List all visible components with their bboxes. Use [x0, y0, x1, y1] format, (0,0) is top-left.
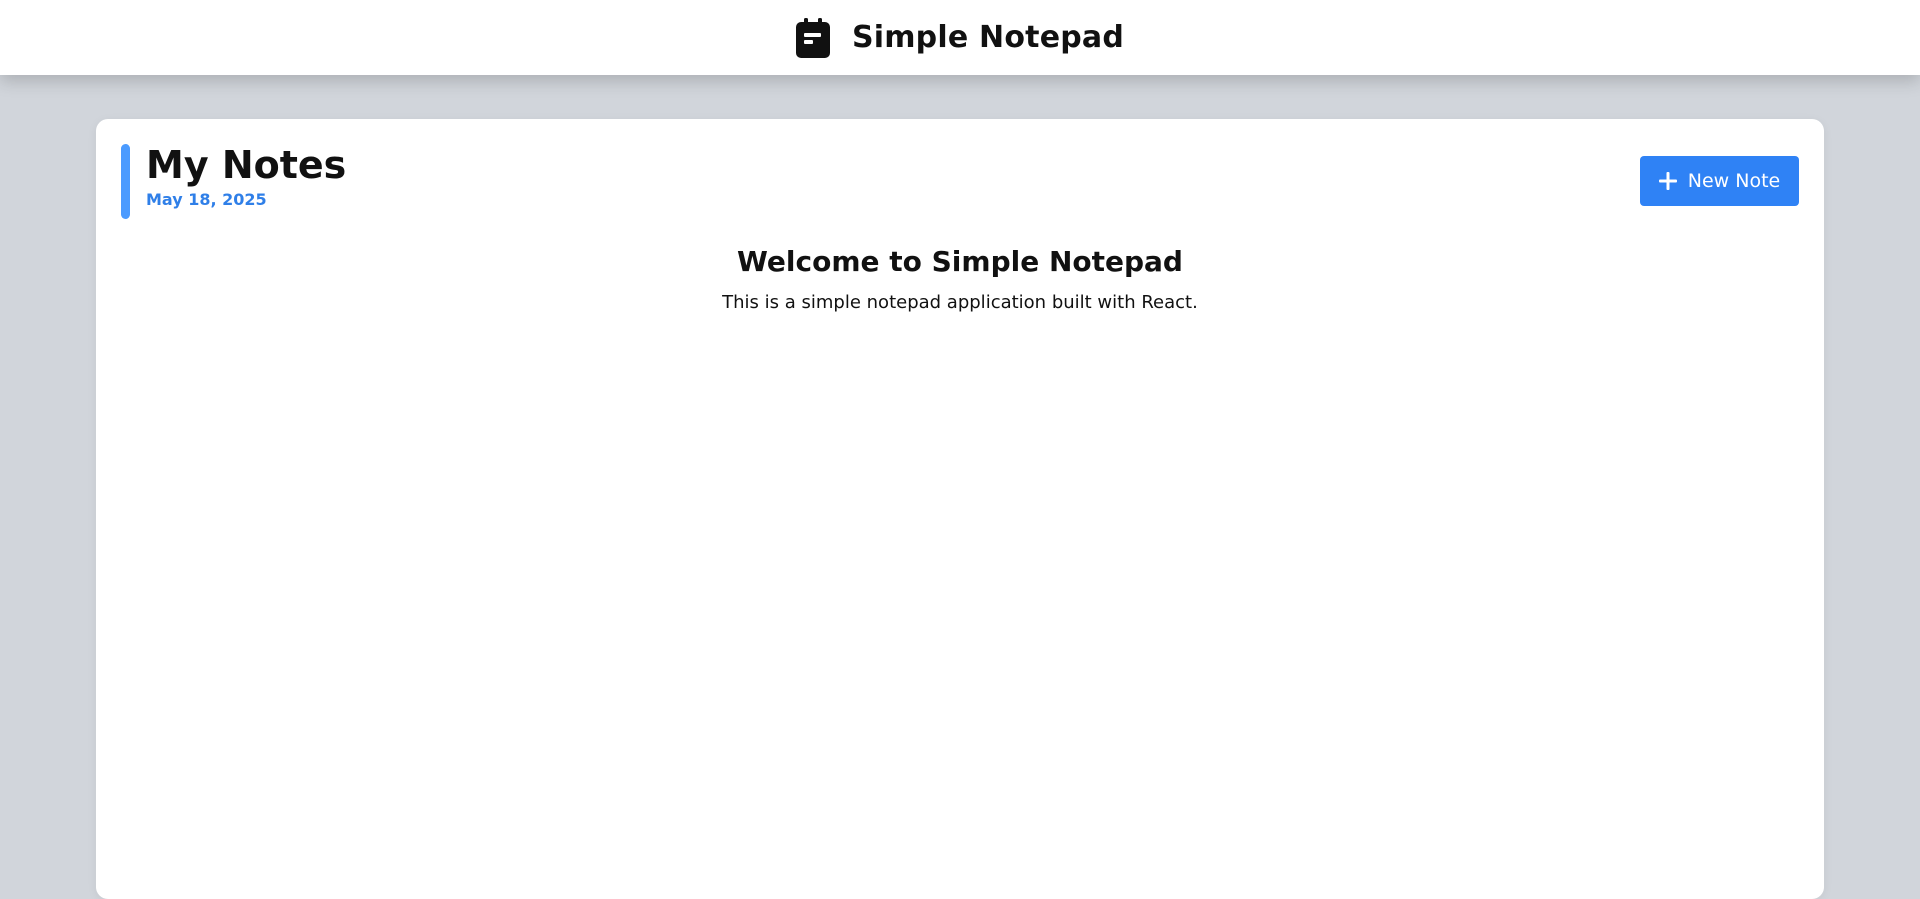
- welcome-section: Welcome to Simple Notepad This is a simp…: [96, 245, 1824, 313]
- header-text: My Notes May 18, 2025: [146, 143, 347, 219]
- new-note-button[interactable]: New Note: [1640, 156, 1799, 206]
- notes-card: My Notes May 18, 2025 New Note Welcome t…: [96, 119, 1824, 899]
- page-date: May 18, 2025: [146, 190, 267, 209]
- notes-header: My Notes May 18, 2025: [121, 143, 347, 219]
- welcome-title: Welcome to Simple Notepad: [737, 245, 1183, 278]
- page-title: My Notes: [146, 143, 347, 187]
- top-bar: Simple Notepad: [0, 0, 1920, 75]
- accent-bar: [121, 144, 130, 219]
- plus-icon: [1658, 172, 1677, 190]
- app-title: Simple Notepad: [851, 20, 1125, 55]
- new-note-label: New Note: [1687, 170, 1781, 192]
- notepad-icon: [795, 17, 830, 58]
- brand: Simple Notepad: [795, 17, 1125, 58]
- welcome-text: This is a simple notepad application bui…: [722, 292, 1198, 313]
